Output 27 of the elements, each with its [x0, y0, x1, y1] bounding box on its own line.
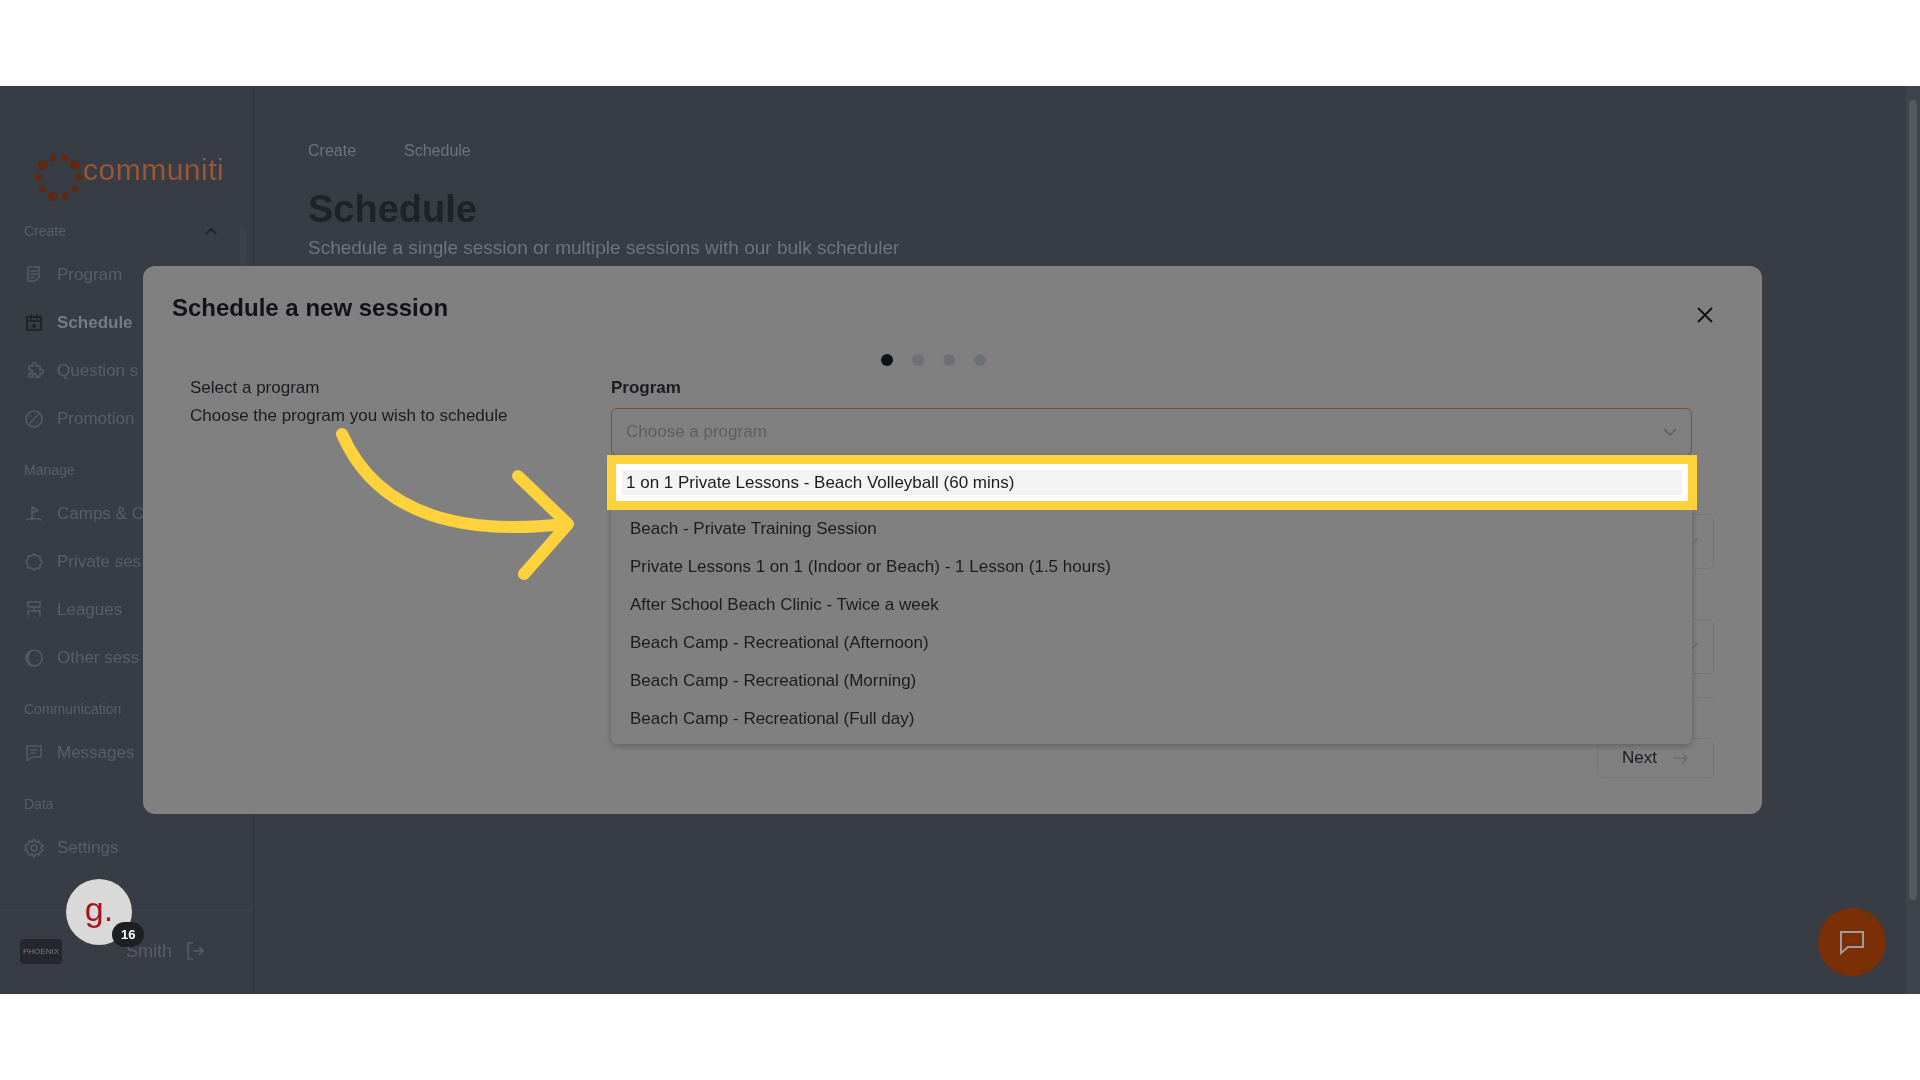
dropdown-option[interactable]: Private Lessons 1 on 1 (Indoor or Beach) - 1 Lesson (1.5 hours) — [611, 548, 1692, 586]
page-subtitle: Schedule a single session or multiple sessions with our bulk scheduler — [308, 237, 900, 259]
dropdown-option[interactable]: Beach Camp - Recreational (Afternoon) — [611, 624, 1692, 662]
logout-icon[interactable] — [184, 940, 207, 962]
close-icon[interactable] — [1696, 306, 1714, 324]
team-logo: PHOENIX — [20, 938, 62, 964]
dropdown-option[interactable]: After School Beach Clinic - Twice a week — [611, 586, 1692, 624]
message-icon — [23, 742, 45, 764]
award-icon — [23, 551, 45, 573]
settings-icon — [23, 837, 45, 859]
breadcrumb-link[interactable]: Schedule — [404, 142, 471, 160]
chevron-icon[interactable] — [205, 227, 217, 235]
breadcrumb-link[interactable]: Create — [308, 142, 357, 160]
chat-icon — [1838, 929, 1866, 955]
percent-icon — [23, 408, 45, 430]
field-label: Program — [611, 378, 682, 398]
dropdown-option[interactable]: Beach Camp - Recreational (Morning) — [611, 662, 1692, 700]
dropdown-option[interactable]: Beach - Private Training Session — [611, 510, 1692, 548]
step-title: Select a program — [190, 378, 321, 398]
logo-text: communiti — [83, 153, 225, 187]
calendar-icon — [23, 312, 45, 334]
notification-badge: 16 — [112, 922, 145, 947]
modal-title: Schedule a new session — [172, 294, 449, 322]
dropdown-option[interactable]: 1 on 1 Private Lessons - Beach Volleyball (60 mins) — [607, 455, 1697, 510]
chevron-icon — [1663, 428, 1677, 436]
step-description: Choose the program you wish to schedule — [190, 406, 509, 426]
dropdown-option[interactable]: Beach Camp - Recreational (Full day) — [611, 700, 1692, 738]
